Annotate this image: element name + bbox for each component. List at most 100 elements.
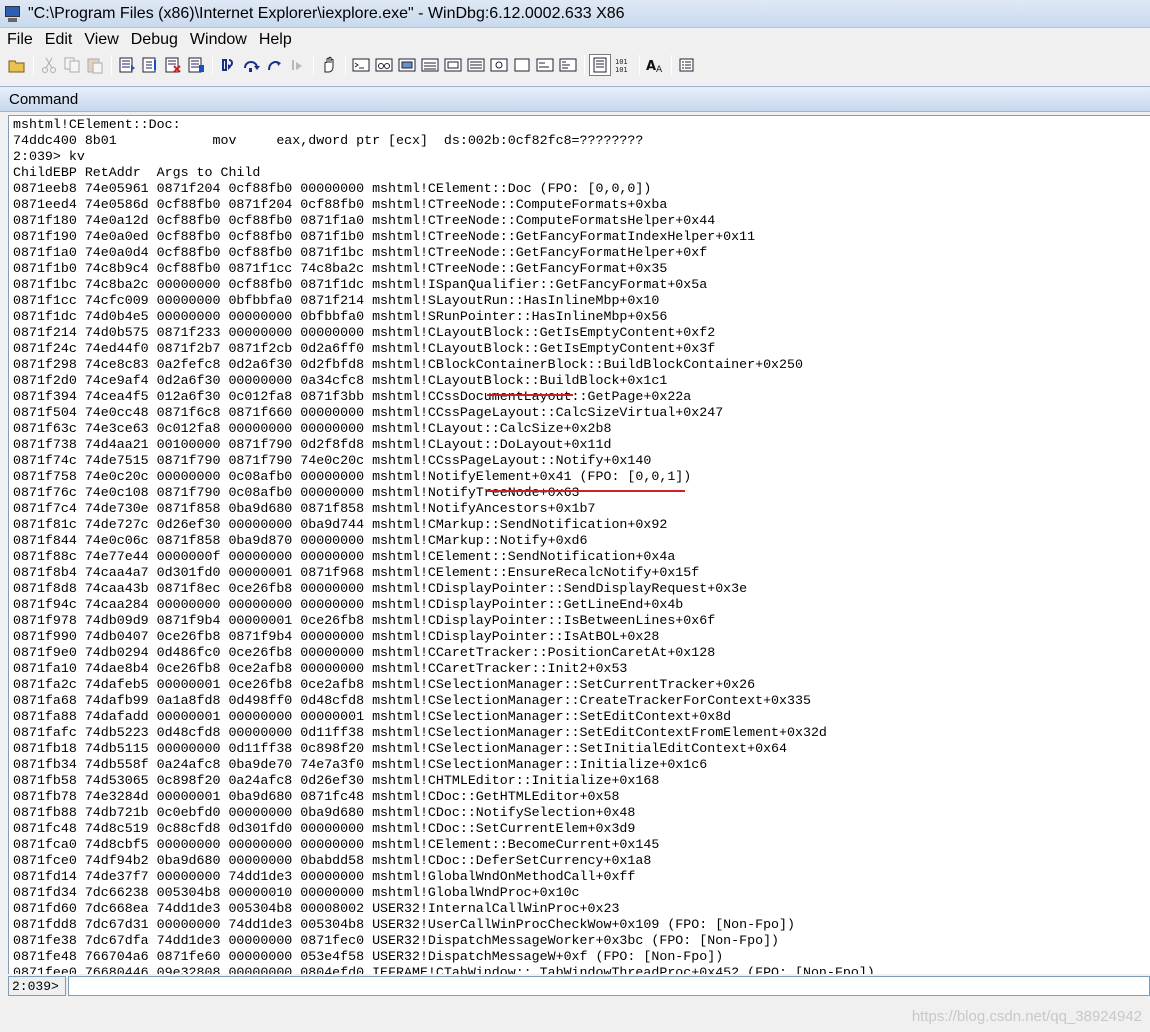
hand-icon[interactable] (318, 54, 340, 76)
run-to-cursor-icon[interactable] (286, 54, 308, 76)
output-line: 0871f978 74db09d9 0871f9b4 00000001 0ce2… (13, 613, 716, 628)
output-line: mshtml!CElement::Doc: (13, 117, 181, 132)
locals-window-icon[interactable] (396, 54, 418, 76)
command-input-row: 2:039> (8, 976, 1150, 998)
command-input[interactable] (68, 976, 1150, 996)
output-line: 0871f74c 74de7515 0871f790 0871f790 74e0… (13, 453, 652, 468)
output-line: 0871eed4 74e0586d 0cf88fb0 0871f204 0cf8… (13, 197, 668, 212)
copy-icon[interactable] (61, 54, 83, 76)
output-line: 0871f63c 74e3ce63 0c012fa8 00000000 0000… (13, 421, 612, 436)
break-icon[interactable] (185, 54, 207, 76)
output-line: 0871f8b4 74caa4a7 0d301fd0 00000001 0871… (13, 565, 700, 580)
svg-text:A: A (646, 59, 656, 74)
output-line: 0871f8d8 74caa43b 0871f8ec 0ce26fb8 0000… (13, 581, 748, 596)
output-line: 0871fb58 74d53065 0c898f20 0a24afc8 0d26… (13, 773, 660, 788)
open-icon[interactable] (6, 54, 28, 76)
annotation-underline-ctreenode (487, 394, 573, 396)
stop-debugging-icon[interactable] (162, 54, 184, 76)
options-icon[interactable] (676, 54, 698, 76)
output-line: 74ddc400 8b01 mov eax,dword ptr [ecx] ds… (13, 133, 644, 148)
toolbar: 101 101 AA (0, 52, 1150, 78)
output-line: 0871fc48 74d8c519 0c88cfd8 0d301fd0 0000… (13, 821, 636, 836)
source-mode-icon[interactable] (557, 54, 579, 76)
output-line: 0871fca0 74d8cbf5 00000000 00000000 0000… (13, 837, 660, 852)
go-icon[interactable] (116, 54, 138, 76)
call-stack-window-icon[interactable] (465, 54, 487, 76)
svg-text:A: A (656, 65, 663, 74)
menu-debug[interactable]: Debug (126, 31, 185, 49)
disassembly-window-icon[interactable] (488, 54, 510, 76)
output-line: 0871fee0 76680446 09e32808 00000000 0804… (13, 965, 875, 974)
output-line: 0871f738 74d4aa21 00100000 0871f790 0d2f… (13, 437, 612, 452)
output-line: 0871fafc 74db5223 0d48cfd8 00000000 0d11… (13, 725, 827, 740)
command-output-pane[interactable]: mshtml!CElement::Doc: 74ddc400 8b01 mov … (8, 115, 1150, 974)
font-icon[interactable]: AA (644, 54, 666, 76)
command-output-text: mshtml!CElement::Doc: 74ddc400 8b01 mov … (13, 117, 875, 974)
memory-window-icon[interactable] (442, 54, 464, 76)
output-line: 0871f1a0 74e0a0d4 0cf88fb0 0cf88fb0 0871… (13, 245, 708, 260)
menu-edit[interactable]: Edit (40, 31, 80, 49)
command-window-title: Command (9, 91, 79, 108)
output-line: 0871fd60 7dc668ea 74dd1de3 005304b8 0000… (13, 901, 620, 916)
command-prompt: 2:039> (8, 976, 66, 996)
output-line: 0871f76c 74e0c108 0871f790 0c08afb0 0000… (13, 485, 580, 500)
output-line: 0871fce0 74df94b2 0ba9d680 00000000 0bab… (13, 853, 652, 868)
output-line: 0871f990 74db0407 0ce26fb8 0871f9b4 0000… (13, 629, 660, 644)
title-bar: "C:\Program Files (x86)\Internet Explore… (0, 0, 1150, 28)
output-line: 0871f7c4 74de730e 0871f858 0ba9d680 0871… (13, 501, 596, 516)
output-line: 0871f81c 74de727c 0d26ef30 00000000 0ba9… (13, 517, 668, 532)
output-line: 0871fb18 74db5115 00000000 0d11ff38 0c89… (13, 741, 788, 756)
output-line: 0871f1bc 74c8ba2c 00000000 0cf88fb0 0871… (13, 277, 708, 292)
output-line: 0871f844 74e0c06c 0871f858 0ba9d870 0000… (13, 533, 588, 548)
menu-file[interactable]: File (2, 31, 40, 49)
watch-window-icon[interactable] (373, 54, 395, 76)
command-window-icon[interactable] (350, 54, 372, 76)
step-out-icon[interactable] (263, 54, 285, 76)
menu-help[interactable]: Help (254, 31, 299, 49)
menu-window[interactable]: Window (185, 31, 254, 49)
output-line: 0871f1cc 74cfc009 00000000 0bfbbfa0 0871… (13, 293, 660, 308)
output-line: 0871fa68 74dafb99 0a1a8fd8 0d498ff0 0d48… (13, 693, 811, 708)
menu-view[interactable]: View (79, 31, 125, 49)
output-line: 0871fa2c 74dafeb5 00000001 0ce26fb8 0ce2… (13, 677, 756, 692)
step-into-icon[interactable] (217, 54, 239, 76)
output-line: 0871fe38 7dc67dfa 74dd1de3 00000000 0871… (13, 933, 780, 948)
output-line: 0871fe48 766704a6 0871fe60 00000000 053e… (13, 949, 724, 964)
output-line: 0871f298 74ce8c83 0a2fefc8 0d2a6f30 0d2f… (13, 357, 803, 372)
scratch-pad-icon[interactable] (511, 54, 533, 76)
output-line: 0871f758 74e0c20c 00000000 0c08afb0 0000… (13, 469, 692, 484)
command-window-title-bar[interactable]: Command (0, 86, 1150, 112)
output-line: 0871f1dc 74d0b4e5 00000000 00000000 0bfb… (13, 309, 668, 324)
step-over-icon[interactable] (240, 54, 262, 76)
output-line: 0871fdd8 7dc67d31 00000000 74dd1de3 0053… (13, 917, 795, 932)
output-line: ChildEBP RetAddr Args to Child (13, 165, 261, 180)
output-line: 0871f24c 74ed44f0 0871f2b7 0871f2cb 0d2a… (13, 341, 716, 356)
windbg-app-icon[interactable] (4, 5, 22, 23)
source-mode-toggle-icon[interactable] (589, 54, 611, 76)
hex-mode-icon[interactable]: 101 101 (612, 54, 634, 76)
output-line: 0871f504 74e0cc48 0871f6c8 0871f660 0000… (13, 405, 724, 420)
command-window: Command mshtml!CElement::Doc: 74ddc400 8… (0, 86, 1150, 1004)
output-line: 0871eeb8 74e05961 0871f204 0cf88fb0 0000… (13, 181, 652, 196)
output-line: 0871f94c 74caa284 00000000 00000000 0000… (13, 597, 684, 612)
menu-bar: File Edit View Debug Window Help (0, 28, 1150, 52)
paste-icon[interactable] (84, 54, 106, 76)
status-bar: https://blog.csdn.net/qq_38924942 (0, 1004, 1150, 1032)
output-line: 0871fb88 74db721b 0c0ebfd0 00000000 0ba9… (13, 805, 636, 820)
restart-icon[interactable] (139, 54, 161, 76)
registers-window-icon[interactable] (419, 54, 441, 76)
output-line: 0871f180 74e0a12d 0cf88fb0 0cf88fb0 0871… (13, 213, 716, 228)
watermark: https://blog.csdn.net/qq_38924942 (911, 1008, 1142, 1025)
output-line: 0871fd14 74de37f7 00000000 74dd1de3 0000… (13, 869, 636, 884)
cut-icon[interactable] (38, 54, 60, 76)
output-line: 0871fb78 74e3284d 00000001 0ba9d680 0871… (13, 789, 620, 804)
output-line: 0871f190 74e0a0ed 0cf88fb0 0cf88fb0 0871… (13, 229, 756, 244)
svg-text:101: 101 (615, 66, 628, 74)
output-line: 0871f88c 74e77e44 0000000f 00000000 0000… (13, 549, 676, 564)
annotation-underline-cblockcontainerblock (487, 490, 685, 492)
output-line: 0871f394 74cea4f5 012a6f30 0c012fa8 0871… (13, 389, 692, 404)
output-line: 0871fa88 74dafadd 00000001 00000000 0000… (13, 709, 732, 724)
svg-text:101: 101 (615, 58, 628, 66)
processes-threads-icon[interactable] (534, 54, 556, 76)
output-line: 0871f2d0 74ce9af4 0d2a6f30 00000000 0a34… (13, 373, 668, 388)
